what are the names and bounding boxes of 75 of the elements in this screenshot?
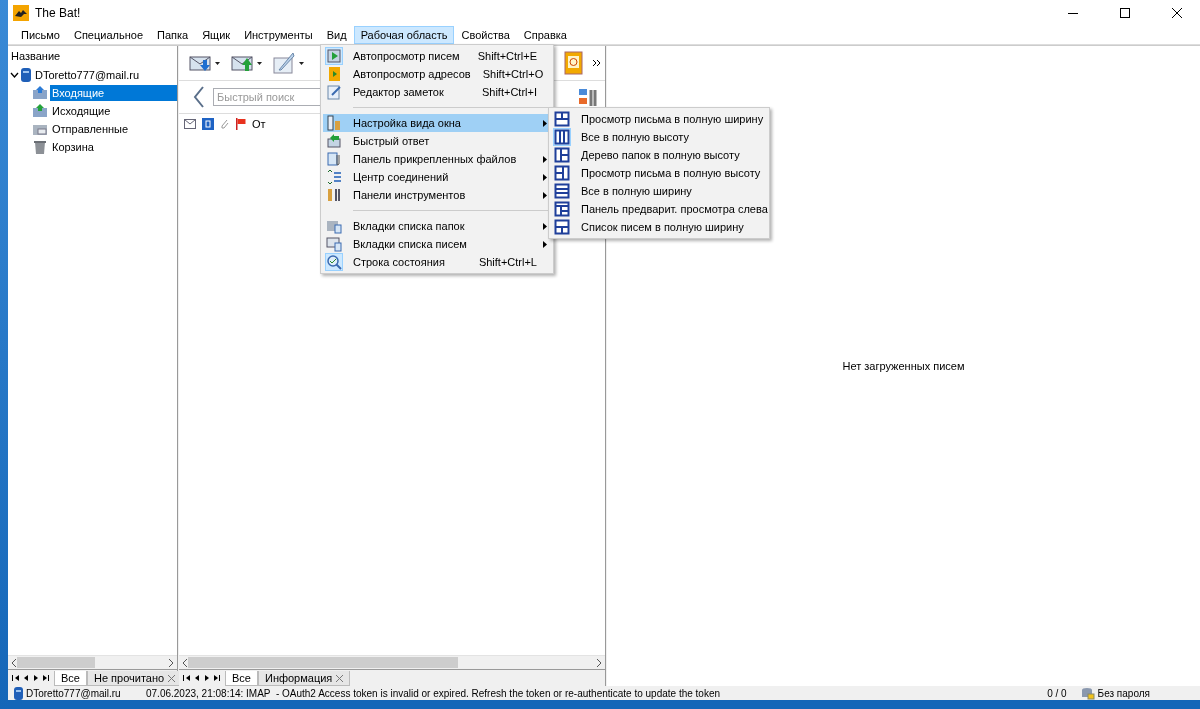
previous-page-icon[interactable] (193, 674, 201, 682)
tab[interactable]: Все (54, 671, 87, 686)
scrollbar-thumb[interactable] (188, 657, 458, 668)
folder-icon (32, 103, 48, 119)
menu-item[interactable]: Просмотр письма в полную ширину (551, 110, 767, 128)
folder-item[interactable]: Корзина (50, 139, 96, 155)
menu-item[interactable]: Вид (319, 26, 354, 44)
menu-item[interactable]: Ящик (195, 26, 238, 44)
database-lock-icon (1080, 686, 1095, 700)
bat-logo-icon (13, 5, 29, 21)
column-header[interactable]: Название (8, 46, 177, 66)
menu-item[interactable]: Просмотр письма в полную высоту (551, 164, 767, 182)
menu-item[interactable]: Все в полную высоту (551, 128, 767, 146)
priority-icon (202, 118, 214, 130)
menu-item[interactable]: Панели инструментов (323, 186, 551, 204)
receive-mail-icon[interactable] (189, 54, 221, 72)
window-title: The Bat! (35, 6, 82, 20)
maximize-icon[interactable] (1120, 8, 1130, 18)
tab[interactable]: Все (225, 671, 258, 686)
menu-item[interactable]: Справка (516, 26, 574, 44)
menu-item[interactable]: Быстрый ответ (323, 132, 551, 150)
menu-item[interactable]: Центр соединений (323, 168, 551, 186)
next-page-icon[interactable] (32, 674, 40, 682)
close-icon[interactable] (1172, 8, 1182, 18)
flag-icon (236, 118, 246, 130)
scroll-right-icon[interactable] (168, 658, 174, 667)
scroll-left-icon[interactable] (11, 658, 17, 667)
menu-item[interactable]: Панель прикрепленных файлов (323, 150, 551, 168)
collapse-chevron-icon[interactable] (10, 70, 19, 80)
quill-icon[interactable] (273, 52, 305, 74)
next-page-icon[interactable] (203, 674, 211, 682)
folder-item[interactable]: Отправленные (50, 121, 131, 137)
last-page-icon[interactable] (213, 674, 221, 682)
message-count: 0 / 0 (1047, 687, 1067, 699)
status-message: 07.06.2023, 21:08:14: IMAP - OAuth2 Access token is invalid or expired. Refresh the token or re-authenticate to update the token (146, 687, 722, 699)
menu-item[interactable]: Вкладки списка писем (323, 235, 551, 253)
menu-item[interactable]: Папка (150, 26, 196, 44)
menu-item[interactable]: Панель предварит. просмотра слева (551, 200, 767, 218)
tab[interactable]: Информация (257, 671, 351, 686)
menu-item[interactable]: Вкладки списка папок (323, 217, 551, 235)
folder-item[interactable]: Входящие (50, 85, 177, 101)
menu-item[interactable]: Инструменты (237, 26, 320, 44)
menu-item[interactable]: Все в полную ширину (551, 182, 767, 200)
menu-item[interactable]: Специальное (66, 26, 150, 44)
folder-icon (32, 85, 48, 101)
menu-item[interactable]: Строка состояния Shift+Ctrl+L (323, 253, 551, 271)
send-mail-icon[interactable] (231, 54, 263, 72)
folder-icon (32, 139, 48, 155)
previous-page-icon[interactable] (22, 674, 30, 682)
more-chevron-icon[interactable] (593, 59, 601, 67)
scrollbar-thumb[interactable] (17, 657, 95, 668)
paperclip-icon (220, 118, 230, 130)
encryption-status: Без пароля (1097, 687, 1150, 699)
envelope-icon (184, 119, 196, 129)
scroll-right-icon[interactable] (596, 658, 602, 667)
scroll-left-icon[interactable] (182, 658, 188, 667)
mailbox-icon (21, 67, 31, 83)
menu-item[interactable]: Настройка вида окна (323, 114, 551, 132)
menu-item[interactable]: Свойства (454, 26, 517, 44)
folder-item[interactable]: Исходящие (50, 103, 113, 119)
column-header[interactable]: От (252, 118, 266, 130)
status-account: DToretto777@mail.ru (26, 687, 122, 699)
first-page-icon[interactable] (12, 674, 20, 682)
last-page-icon[interactable] (42, 674, 50, 682)
menu-item[interactable]: Рабочая область (353, 26, 455, 44)
first-page-icon[interactable] (183, 674, 191, 682)
menu-item[interactable]: Автопросмотр адресов Shift+Ctrl+O (323, 65, 551, 83)
menu-item[interactable]: Письмо (14, 26, 67, 44)
menu-item[interactable]: Дерево папок в полную высоту (551, 146, 767, 164)
mailbox-icon (14, 686, 23, 700)
back-chevron-icon[interactable] (193, 86, 205, 108)
menu-item[interactable]: Список писем в полную ширину (551, 218, 767, 236)
account-name[interactable]: DToretto777@mail.ru (33, 67, 142, 83)
empty-message: Нет загруженных писем (842, 360, 965, 372)
menu-item[interactable]: Автопросмотр писем Shift+Ctrl+E (323, 47, 551, 65)
